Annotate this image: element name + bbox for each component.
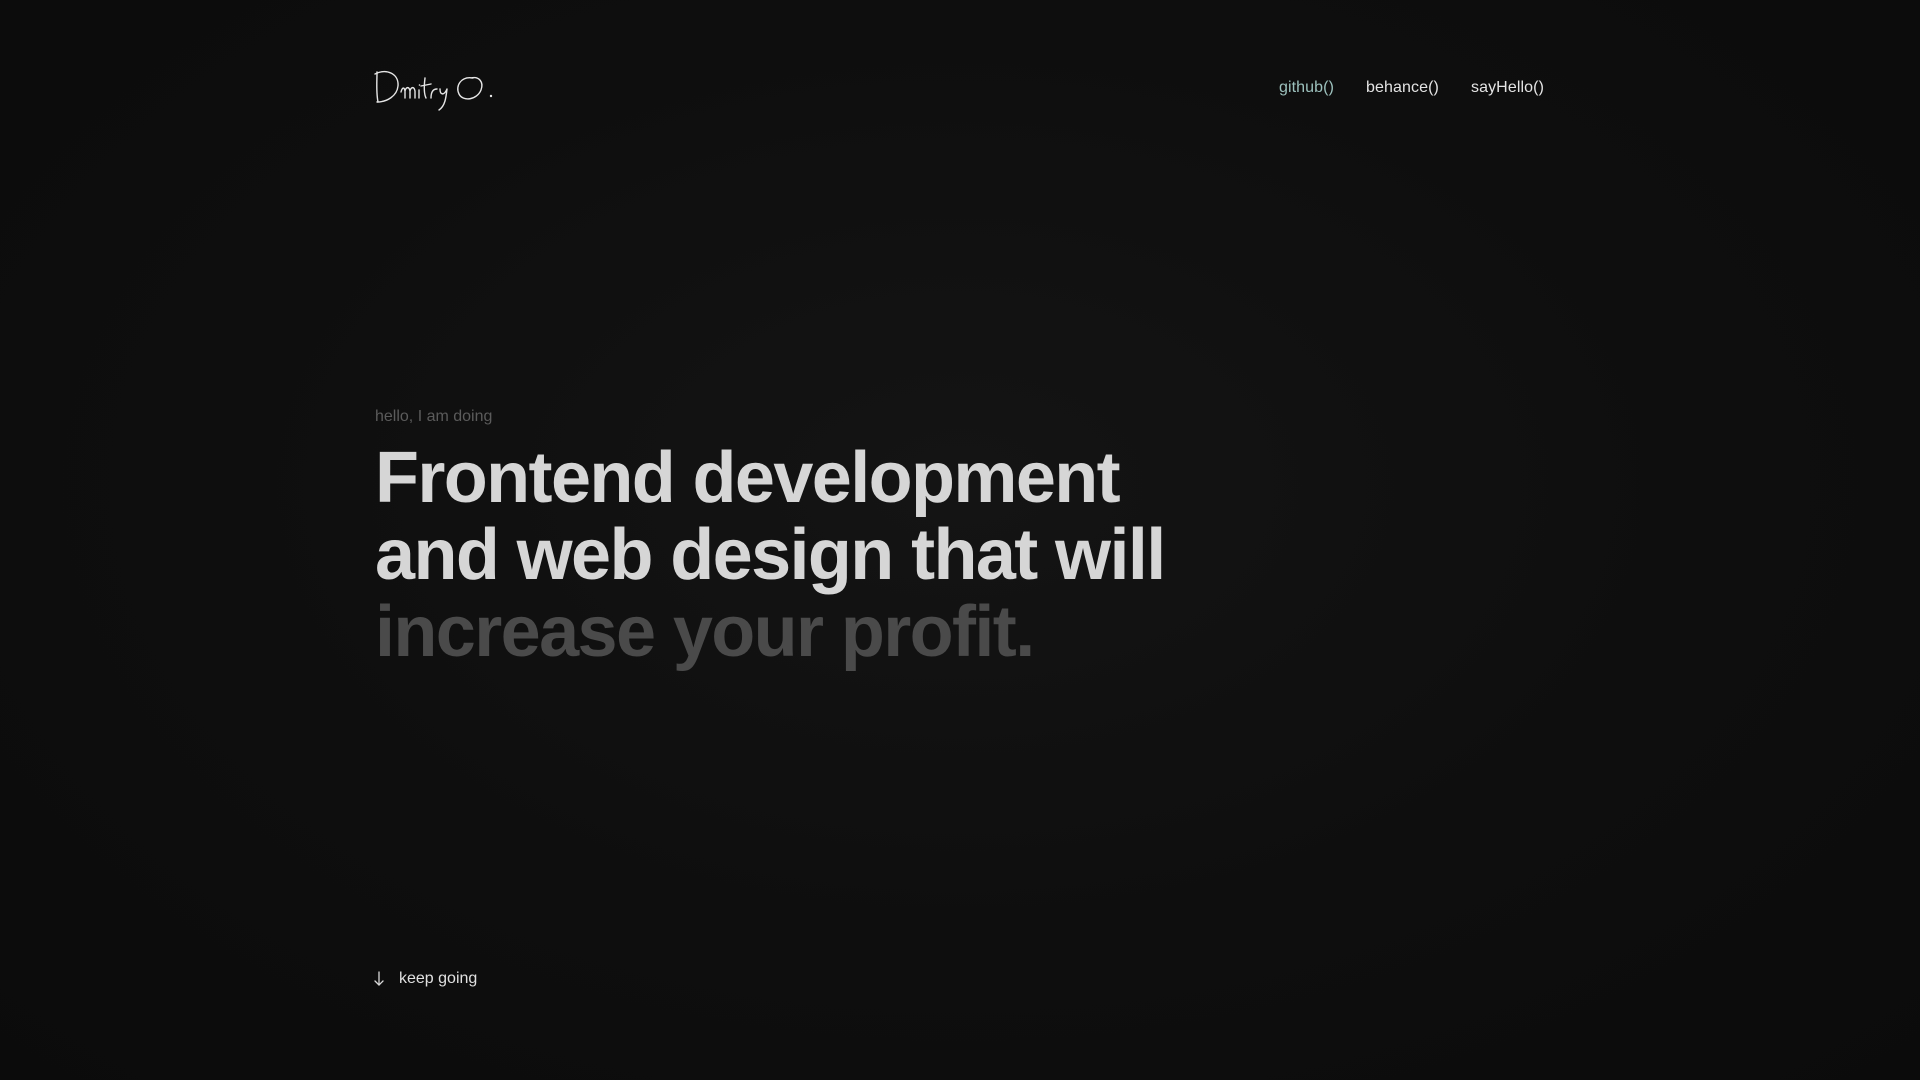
signature-logo-icon <box>374 70 493 111</box>
logo[interactable]: Dmitry O. <box>373 62 503 114</box>
headline-line-1: Frontend development <box>375 438 1121 518</box>
headline-line-3: increase your profit. <box>375 592 1035 672</box>
scroll-hint-label: keep going <box>399 970 478 987</box>
nav-link-github[interactable]: github() <box>1279 79 1334 97</box>
hero-section: hello, I am doing Frontend development a… <box>375 408 1166 672</box>
headline-line-2: and web design that will <box>375 515 1166 595</box>
arrow-down-icon <box>374 971 384 986</box>
hero-headline: Frontend development and web design that… <box>375 438 1166 672</box>
nav-link-say-hello[interactable]: sayHello() <box>1471 79 1544 97</box>
main-nav: github() behance() sayHello() <box>1279 79 1544 97</box>
scroll-down-link[interactable]: keep going <box>373 970 477 988</box>
logo-text: Dmitry O. <box>373 114 374 115</box>
landing-page: Dmitry O. github() behance() sayHello() … <box>0 0 1920 1080</box>
nav-link-behance[interactable]: behance() <box>1366 79 1439 97</box>
hero-eyebrow: hello, I am doing <box>375 408 493 425</box>
